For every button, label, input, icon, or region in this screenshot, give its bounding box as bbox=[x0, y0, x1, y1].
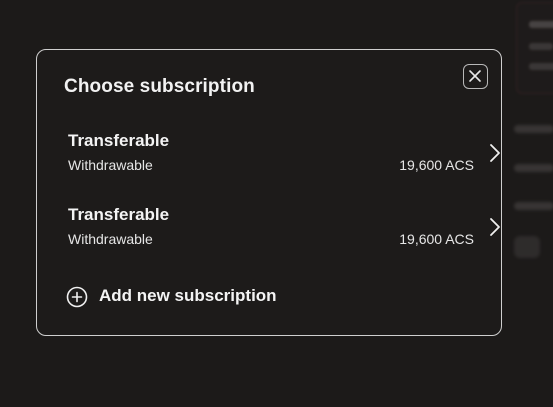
dialog-title: Choose subscription bbox=[64, 76, 255, 97]
option-amount: 19,600 ACS bbox=[399, 231, 474, 247]
option-title: Transferable bbox=[68, 205, 170, 224]
background-card bbox=[516, 2, 553, 94]
background-text bbox=[514, 164, 553, 172]
background-card-line bbox=[529, 21, 553, 28]
add-subscription-label: Add new subscription bbox=[99, 286, 277, 305]
choose-subscription-dialog: Choose subscription Transferable Withdra… bbox=[36, 49, 502, 336]
subscription-option[interactable]: Transferable Withdrawable 19,600 ACS bbox=[68, 131, 500, 183]
subscription-option[interactable]: Transferable Withdrawable 19,600 ACS bbox=[68, 205, 500, 257]
option-subtitle: Withdrawable bbox=[68, 231, 153, 247]
background-card-line bbox=[529, 43, 553, 50]
chevron-right-icon bbox=[490, 144, 500, 162]
chevron-right-icon bbox=[490, 218, 500, 236]
background-card-line bbox=[529, 63, 553, 70]
option-title: Transferable bbox=[68, 131, 170, 150]
option-subtitle: Withdrawable bbox=[68, 157, 153, 173]
close-icon bbox=[469, 70, 481, 82]
background-chip bbox=[514, 236, 540, 258]
background-text bbox=[514, 125, 553, 133]
background-text bbox=[514, 202, 553, 210]
close-button[interactable] bbox=[463, 64, 488, 89]
option-amount: 19,600 ACS bbox=[399, 157, 474, 173]
plus-circle-icon bbox=[66, 286, 88, 308]
app-screen: Choose subscription Transferable Withdra… bbox=[0, 0, 553, 407]
